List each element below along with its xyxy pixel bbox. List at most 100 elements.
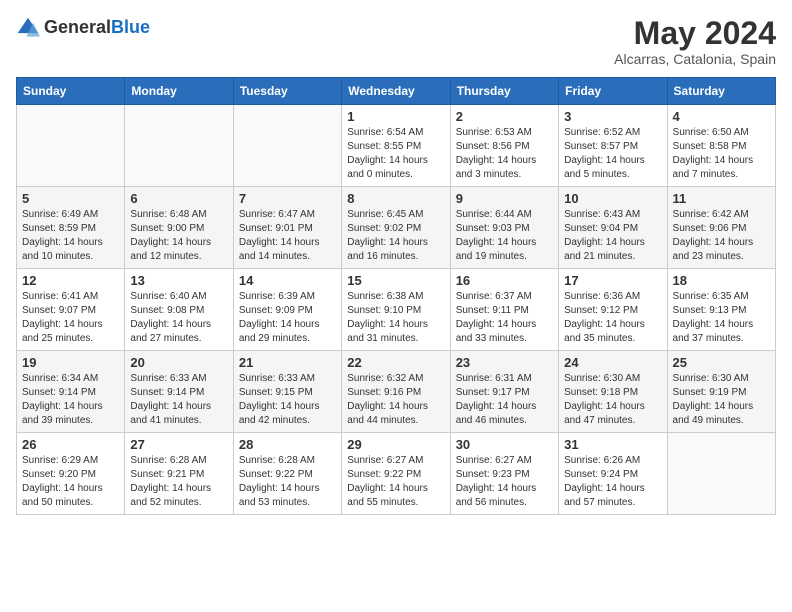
calendar-cell: 5 Sunrise: 6:49 AM Sunset: 8:59 PM Daylig…: [17, 187, 125, 269]
logo-text-general: General: [44, 17, 111, 37]
calendar-cell: 17 Sunrise: 6:36 AM Sunset: 9:12 PM Dayli…: [559, 269, 667, 351]
day-number: 16: [456, 273, 553, 288]
day-number: 13: [130, 273, 227, 288]
day-number: 27: [130, 437, 227, 452]
day-number: 21: [239, 355, 336, 370]
day-number: 9: [456, 191, 553, 206]
day-number: 7: [239, 191, 336, 206]
day-number: 17: [564, 273, 661, 288]
calendar-cell: [667, 433, 775, 515]
calendar-cell: 12Sunrise: 6:41 AM Sunset: 9:07 PM Dayli…: [17, 269, 125, 351]
calendar-cell: 28 Sunrise: 6:28 AM Sunset: 9:22 PM Dayli…: [233, 433, 341, 515]
cell-info: Sunrise: 6:33 AM Sunset: 9:14 PM Dayligh…: [130, 372, 227, 428]
cell-info: Sunrise: 6:47 AM Sunset: 9:01 PM Dayligh…: [239, 208, 336, 264]
calendar-cell: 10Sunrise: 6:43 AM Sunset: 9:04 PM Dayli…: [559, 187, 667, 269]
day-number: 12: [22, 273, 119, 288]
cell-info: Sunrise: 6:53 AM Sunset: 8:56 PM Dayligh…: [456, 126, 553, 182]
day-number: 18: [673, 273, 770, 288]
day-number: 25: [673, 355, 770, 370]
cell-info: Sunrise: 6:49 AM Sunset: 8:59 PM Dayligh…: [22, 208, 119, 264]
cell-info: Sunrise: 6:39 AM Sunset: 9:09 PM Dayligh…: [239, 290, 336, 346]
calendar-cell: 31Sunrise: 6:26 AM Sunset: 9:24 PM Dayli…: [559, 433, 667, 515]
calendar-cell: 25 Sunrise: 6:30 AM Sunset: 9:19 PM Dayli…: [667, 351, 775, 433]
header: GeneralBlue May 2024 Alcarras, Catalonia…: [16, 16, 776, 67]
cell-info: Sunrise: 6:45 AM Sunset: 9:02 PM Dayligh…: [347, 208, 444, 264]
calendar-cell: 15 Sunrise: 6:38 AM Sunset: 9:10 PM Dayli…: [342, 269, 450, 351]
day-number: 28: [239, 437, 336, 452]
cell-info: Sunrise: 6:28 AM Sunset: 9:22 PM Dayligh…: [239, 454, 336, 510]
calendar-cell: 21 Sunrise: 6:33 AM Sunset: 9:15 PM Dayli…: [233, 351, 341, 433]
calendar-cell: 29 Sunrise: 6:27 AM Sunset: 9:22 PM Dayli…: [342, 433, 450, 515]
calendar-cell: 1 Sunrise: 6:54 AM Sunset: 8:55 PM Daylig…: [342, 105, 450, 187]
logo: GeneralBlue: [16, 16, 150, 40]
calendar-week-row: 19 Sunrise: 6:34 AM Sunset: 9:14 PM Dayli…: [17, 351, 776, 433]
calendar-week-row: 5 Sunrise: 6:49 AM Sunset: 8:59 PM Daylig…: [17, 187, 776, 269]
cell-info: Sunrise: 6:30 AM Sunset: 9:19 PM Dayligh…: [673, 372, 770, 428]
weekday-header-cell: Friday: [559, 78, 667, 105]
cell-info: Sunrise: 6:38 AM Sunset: 9:10 PM Dayligh…: [347, 290, 444, 346]
calendar-week-row: 12Sunrise: 6:41 AM Sunset: 9:07 PM Dayli…: [17, 269, 776, 351]
cell-info: Sunrise: 6:40 AM Sunset: 9:08 PM Dayligh…: [130, 290, 227, 346]
day-number: 3: [564, 109, 661, 124]
cell-info: Sunrise: 6:27 AM Sunset: 9:22 PM Dayligh…: [347, 454, 444, 510]
day-number: 4: [673, 109, 770, 124]
day-number: 20: [130, 355, 227, 370]
cell-info: Sunrise: 6:42 AM Sunset: 9:06 PM Dayligh…: [673, 208, 770, 264]
cell-info: Sunrise: 6:34 AM Sunset: 9:14 PM Dayligh…: [22, 372, 119, 428]
calendar-cell: 30 Sunrise: 6:27 AM Sunset: 9:23 PM Dayli…: [450, 433, 558, 515]
cell-info: Sunrise: 6:26 AM Sunset: 9:24 PM Dayligh…: [564, 454, 661, 510]
weekday-header-row: SundayMondayTuesdayWednesdayThursdayFrid…: [17, 78, 776, 105]
weekday-header-cell: Sunday: [17, 78, 125, 105]
cell-info: Sunrise: 6:48 AM Sunset: 9:00 PM Dayligh…: [130, 208, 227, 264]
calendar-cell: [233, 105, 341, 187]
cell-info: Sunrise: 6:29 AM Sunset: 9:20 PM Dayligh…: [22, 454, 119, 510]
day-number: 5: [22, 191, 119, 206]
weekday-header-cell: Wednesday: [342, 78, 450, 105]
weekday-header-cell: Saturday: [667, 78, 775, 105]
calendar-cell: 24 Sunrise: 6:30 AM Sunset: 9:18 PM Dayli…: [559, 351, 667, 433]
cell-info: Sunrise: 6:32 AM Sunset: 9:16 PM Dayligh…: [347, 372, 444, 428]
calendar-cell: 18Sunrise: 6:35 AM Sunset: 9:13 PM Dayli…: [667, 269, 775, 351]
logo-text-blue: Blue: [111, 17, 150, 37]
cell-info: Sunrise: 6:30 AM Sunset: 9:18 PM Dayligh…: [564, 372, 661, 428]
day-number: 24: [564, 355, 661, 370]
calendar-cell: 16 Sunrise: 6:37 AM Sunset: 9:11 PM Dayli…: [450, 269, 558, 351]
calendar-cell: 19 Sunrise: 6:34 AM Sunset: 9:14 PM Dayli…: [17, 351, 125, 433]
calendar-cell: 7 Sunrise: 6:47 AM Sunset: 9:01 PM Daylig…: [233, 187, 341, 269]
calendar-cell: 22Sunrise: 6:32 AM Sunset: 9:16 PM Dayli…: [342, 351, 450, 433]
day-number: 30: [456, 437, 553, 452]
day-number: 19: [22, 355, 119, 370]
day-number: 29: [347, 437, 444, 452]
cell-info: Sunrise: 6:44 AM Sunset: 9:03 PM Dayligh…: [456, 208, 553, 264]
cell-info: Sunrise: 6:31 AM Sunset: 9:17 PM Dayligh…: [456, 372, 553, 428]
day-number: 2: [456, 109, 553, 124]
day-number: 26: [22, 437, 119, 452]
cell-info: Sunrise: 6:27 AM Sunset: 9:23 PM Dayligh…: [456, 454, 553, 510]
day-number: 1: [347, 109, 444, 124]
day-number: 15: [347, 273, 444, 288]
cell-info: Sunrise: 6:54 AM Sunset: 8:55 PM Dayligh…: [347, 126, 444, 182]
calendar-cell: 9 Sunrise: 6:44 AM Sunset: 9:03 PM Daylig…: [450, 187, 558, 269]
calendar-table: SundayMondayTuesdayWednesdayThursdayFrid…: [16, 77, 776, 515]
cell-info: Sunrise: 6:33 AM Sunset: 9:15 PM Dayligh…: [239, 372, 336, 428]
calendar-cell: 13 Sunrise: 6:40 AM Sunset: 9:08 PM Dayli…: [125, 269, 233, 351]
month-title: May 2024: [614, 16, 776, 51]
calendar-cell: 14 Sunrise: 6:39 AM Sunset: 9:09 PM Dayli…: [233, 269, 341, 351]
cell-info: Sunrise: 6:50 AM Sunset: 8:58 PM Dayligh…: [673, 126, 770, 182]
cell-info: Sunrise: 6:52 AM Sunset: 8:57 PM Dayligh…: [564, 126, 661, 182]
calendar-cell: 20 Sunrise: 6:33 AM Sunset: 9:14 PM Dayli…: [125, 351, 233, 433]
day-number: 6: [130, 191, 227, 206]
calendar-week-row: 1 Sunrise: 6:54 AM Sunset: 8:55 PM Daylig…: [17, 105, 776, 187]
cell-info: Sunrise: 6:36 AM Sunset: 9:12 PM Dayligh…: [564, 290, 661, 346]
calendar-cell: 6 Sunrise: 6:48 AM Sunset: 9:00 PM Daylig…: [125, 187, 233, 269]
title-area: May 2024 Alcarras, Catalonia, Spain: [614, 16, 776, 67]
cell-info: Sunrise: 6:37 AM Sunset: 9:11 PM Dayligh…: [456, 290, 553, 346]
calendar-cell: 23Sunrise: 6:31 AM Sunset: 9:17 PM Dayli…: [450, 351, 558, 433]
calendar-cell: 26 Sunrise: 6:29 AM Sunset: 9:20 PM Dayli…: [17, 433, 125, 515]
day-number: 10: [564, 191, 661, 206]
day-number: 14: [239, 273, 336, 288]
logo-icon: [16, 16, 40, 40]
calendar-cell: [125, 105, 233, 187]
weekday-header-cell: Thursday: [450, 78, 558, 105]
weekday-header-cell: Tuesday: [233, 78, 341, 105]
